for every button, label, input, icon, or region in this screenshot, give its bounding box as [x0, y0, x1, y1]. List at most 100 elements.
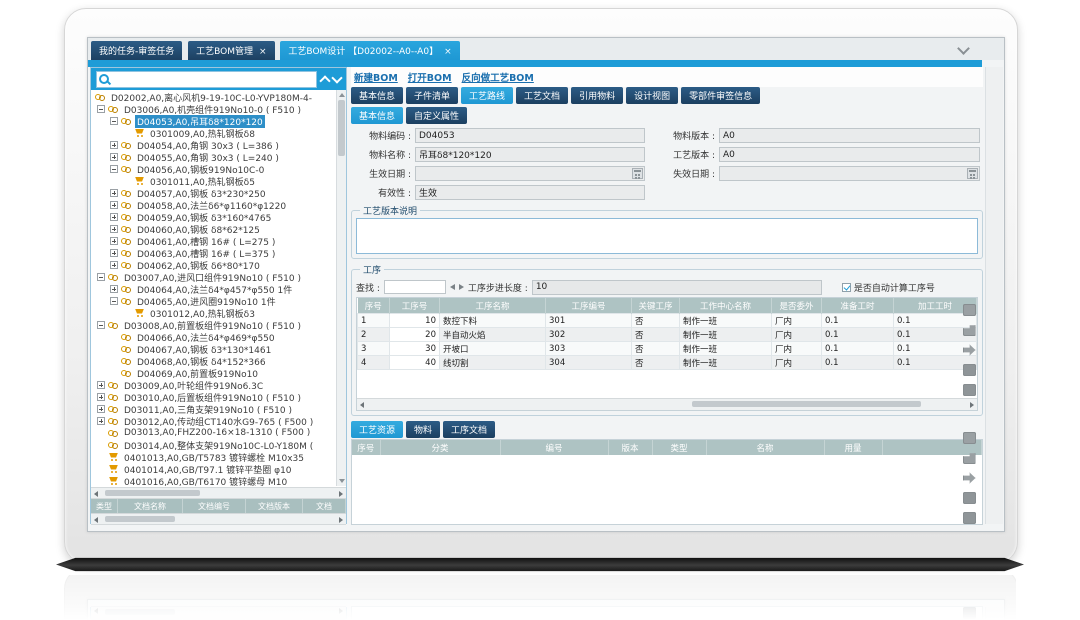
tab-design-view[interactable]: 设计视图: [626, 87, 678, 104]
tree-item[interactable]: D04068,A0,钢板 δ4*152*366: [91, 355, 346, 367]
tree-item[interactable]: D04057,A0,钢板 δ3*230*250: [91, 187, 346, 199]
column-header[interactable]: 序号: [352, 440, 380, 455]
tree-item[interactable]: D03013,A0,FHZ200-16×18-1310 ( F500 ): [91, 427, 346, 439]
scroll-right-icon[interactable]: [970, 402, 974, 408]
tab-process-docs[interactable]: 工艺文档: [516, 87, 568, 104]
table-cell[interactable]: 1: [358, 314, 390, 328]
tree-item[interactable]: 0401013,A0,GB/T5783 镀锌螺栓 M10x35: [91, 451, 346, 463]
table-cell[interactable]: 0.1: [822, 356, 894, 370]
tree-item[interactable]: D04065,A0,进风圈919No10 1件: [91, 295, 346, 307]
column-header[interactable]: 关键工序: [632, 298, 680, 314]
tree-item[interactable]: D03009,A0,叶轮组件919No6.3C: [91, 379, 346, 391]
table-cell[interactable]: 否: [632, 356, 680, 370]
reverse-bom-link[interactable]: 反向做工艺BOM: [462, 70, 534, 84]
tree-item[interactable]: D03008,A0,前置板组件919No10 ( F510 ): [91, 319, 346, 331]
search-input[interactable]: [109, 72, 316, 86]
effective-date-field[interactable]: [415, 166, 645, 181]
column-header[interactable]: 用量: [824, 440, 882, 455]
table-cell[interactable]: 厂内: [772, 342, 822, 356]
action-icon-3[interactable]: [963, 472, 976, 484]
table-cell[interactable]: 10: [390, 314, 440, 328]
chevron-up-icon[interactable]: [319, 75, 330, 86]
table-cell[interactable]: 制作一班: [680, 328, 772, 342]
scrollbar-thumb[interactable]: [105, 516, 175, 522]
table-cell[interactable]: 厂内: [772, 314, 822, 328]
scroll-down-icon[interactable]: [339, 479, 345, 483]
tree-item[interactable]: 0401014,A0,GB/T97.1 镀锌平垫圈 φ10: [91, 463, 346, 475]
collapse-icon[interactable]: [110, 297, 118, 305]
expand-icon[interactable]: [110, 285, 118, 293]
step-length-field[interactable]: 10: [532, 280, 822, 295]
tree-item[interactable]: D03007,A0,进风口组件919No10 ( F510 ): [91, 271, 346, 283]
calendar-icon[interactable]: [967, 168, 978, 179]
tree-item[interactable]: D03011,A0,三角支架919No10 ( F510 ): [91, 403, 346, 415]
column-header[interactable]: 文档名称: [118, 499, 183, 513]
tree-item[interactable]: D04060,A0,钢板 δ8*62*125: [91, 223, 346, 235]
action-icon-1[interactable]: [963, 432, 976, 444]
tree-item[interactable]: 0301012,A0,热轧钢板δ3: [91, 307, 346, 319]
tab-basic-info[interactable]: 基本信息: [351, 87, 403, 104]
close-icon[interactable]: ×: [259, 47, 267, 57]
table-row[interactable]: 440线切割304否制作一班厂内0.10.1: [358, 356, 977, 370]
tree-item[interactable]: 0301011,A0,热轧钢板δ5: [91, 175, 346, 187]
expand-icon[interactable]: [110, 249, 118, 257]
tree-horizontal-scrollbar[interactable]: [91, 487, 346, 499]
material-code-field[interactable]: D04053: [415, 128, 645, 143]
tab-my-tasks[interactable]: 我的任务-审签任务: [91, 41, 182, 61]
column-header[interactable]: 文档编号: [183, 499, 246, 513]
scrollbar-thumb[interactable]: [105, 490, 200, 496]
expand-icon[interactable]: [110, 141, 118, 149]
table-cell[interactable]: 数控下料: [440, 314, 546, 328]
validity-field[interactable]: 生效: [415, 185, 645, 200]
tree-item[interactable]: D04055,A0,角钢 30x3 ( L=240 ): [91, 151, 346, 163]
column-header[interactable]: 文档版本: [246, 499, 303, 513]
action-icon-5[interactable]: [963, 512, 976, 524]
scroll-left-icon[interactable]: [360, 402, 364, 408]
column-header[interactable]: 类型: [652, 440, 706, 455]
tree-item[interactable]: D04067,A0,钢板 δ3*130*1461: [91, 343, 346, 355]
material-name-field[interactable]: 吊耳δ8*120*120: [415, 147, 645, 162]
table-cell[interactable]: 否: [632, 342, 680, 356]
tree-item[interactable]: D04063,A0,槽钢 16# ( L=375 ): [91, 247, 346, 259]
next-icon[interactable]: [459, 284, 464, 290]
expand-icon[interactable]: [110, 225, 118, 233]
table-cell[interactable]: 3: [358, 342, 390, 356]
table-cell[interactable]: 否: [632, 328, 680, 342]
table-cell[interactable]: 304: [546, 356, 632, 370]
expand-icon[interactable]: [110, 213, 118, 221]
tree-vertical-scrollbar[interactable]: [336, 90, 346, 486]
table-cell[interactable]: 0.1: [822, 314, 894, 328]
collapse-icon[interactable]: [110, 117, 118, 125]
tree-item[interactable]: D02002,A0,离心风机9-19-10C-L0-YVP180M-4-: [91, 91, 346, 103]
column-header[interactable]: 类型: [91, 499, 118, 513]
tab-bom-management[interactable]: 工艺BOM管理×: [188, 41, 274, 61]
tree-item[interactable]: D04056,A0,钢板919No10C-0: [91, 163, 346, 175]
table-row[interactable]: 220半自动火焰302否制作一班厂内0.10.1: [358, 328, 977, 342]
expand-icon[interactable]: [110, 201, 118, 209]
table-cell[interactable]: 301: [546, 314, 632, 328]
scrollbar-thumb[interactable]: [338, 100, 345, 156]
scrollbar-thumb[interactable]: [692, 401, 921, 407]
new-bom-link[interactable]: 新建BOM: [354, 70, 398, 84]
tree-item[interactable]: 0301009,A0,热轧钢板δ8: [91, 127, 346, 139]
table-cell[interactable]: 制作一班: [680, 356, 772, 370]
collapse-icon[interactable]: [110, 165, 118, 173]
action-icon-4[interactable]: [963, 364, 976, 376]
tree-item[interactable]: D04059,A0,钢板 δ3*160*4765: [91, 211, 346, 223]
scroll-right-icon[interactable]: [339, 491, 343, 497]
expand-icon[interactable]: [97, 381, 105, 389]
table-cell[interactable]: 30: [390, 342, 440, 356]
column-header[interactable]: 序号: [358, 298, 390, 314]
column-header[interactable]: 工序编号: [546, 298, 632, 314]
tab-part-approval-info[interactable]: 零部件审签信息: [681, 87, 760, 104]
tree-item[interactable]: D04058,A0,法兰δ6*φ1160*φ1220: [91, 199, 346, 211]
expiry-date-field[interactable]: [719, 166, 980, 181]
table-cell[interactable]: 2: [358, 328, 390, 342]
scroll-right-icon[interactable]: [339, 517, 343, 523]
subtab-custom-properties[interactable]: 自定义属性: [406, 107, 467, 124]
column-header[interactable]: 工作中心名称: [680, 298, 772, 314]
column-header[interactable]: 工序号: [390, 298, 440, 314]
expand-icon[interactable]: [97, 393, 105, 401]
tree-item[interactable]: D04062,A0,钢板 δ6*80*170: [91, 259, 346, 271]
find-input[interactable]: [384, 280, 446, 294]
